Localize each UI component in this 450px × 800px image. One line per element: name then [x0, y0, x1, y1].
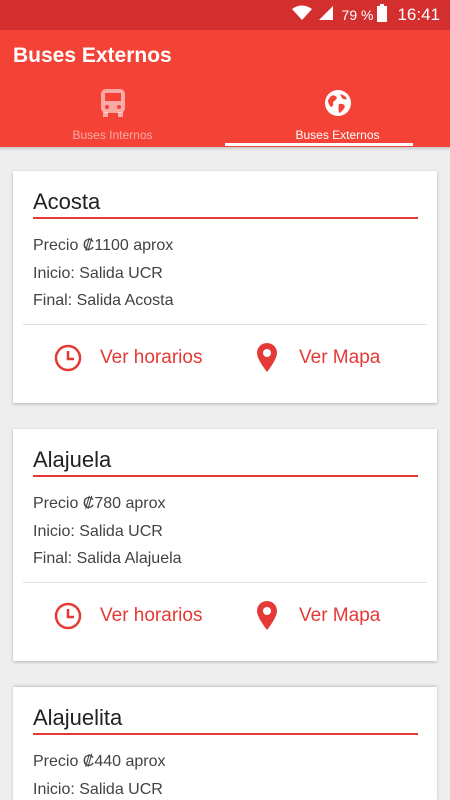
view-map-label: Ver Mapa: [299, 605, 381, 626]
view-schedule-button[interactable]: Ver horarios: [51, 599, 202, 633]
bus-icon: [100, 88, 126, 123]
view-schedule-label: Ver horarios: [100, 605, 203, 626]
view-schedule-button[interactable]: Ver horarios: [51, 341, 202, 375]
route-card: Acosta Precio ₡1100 aprox Inicio: Salida…: [13, 171, 437, 403]
route-name: Acosta: [33, 189, 101, 214]
globe-icon: [323, 88, 353, 123]
tab-label: Buses Internos: [72, 128, 153, 142]
card-divider: [23, 324, 427, 325]
clock-icon: [51, 601, 85, 631]
battery-percentage: 79 %: [341, 7, 374, 23]
status-time: 16:41: [397, 5, 440, 24]
route-end: Final: Salida Acosta: [33, 292, 174, 309]
page-title: Buses Externos: [13, 44, 172, 67]
route-name: Alajuela: [33, 447, 112, 472]
status-bar: 79 % 16:41: [0, 0, 450, 30]
route-name-underline: [33, 217, 418, 219]
route-price: Precio ₡780 aprox: [33, 495, 166, 512]
route-start: Inicio: Salida UCR: [33, 265, 163, 282]
view-map-button[interactable]: Ver Mapa: [250, 599, 380, 633]
wifi-icon: [291, 5, 312, 26]
app-bar: Buses Externos Buses Internos Buses Exte…: [0, 30, 450, 147]
route-card: Alajuela Precio ₡780 aprox Inicio: Salid…: [13, 429, 437, 661]
tab-buses-externos[interactable]: Buses Externos: [225, 88, 450, 147]
map-pin-icon: [250, 343, 284, 373]
tab-buses-internos[interactable]: Buses Internos: [0, 88, 225, 147]
route-start: Inicio: Salida UCR: [33, 781, 163, 798]
route-name: Alajuelita: [33, 705, 123, 730]
active-tab-indicator: [225, 143, 413, 146]
route-price: Precio ₡440 aprox: [33, 753, 166, 770]
route-end: Final: Salida Alajuela: [33, 550, 182, 567]
clock-icon: [51, 343, 85, 373]
view-schedule-label: Ver horarios: [100, 347, 203, 368]
route-name-underline: [33, 475, 418, 477]
view-map-label: Ver Mapa: [299, 347, 381, 368]
map-pin-icon: [250, 601, 284, 631]
route-name-underline: [33, 733, 418, 735]
route-card: Alajuelita Precio ₡440 aprox Inicio: Sal…: [13, 687, 437, 800]
card-divider: [23, 582, 427, 583]
app-bar-shadow: [0, 147, 450, 151]
route-price: Precio ₡1100 aprox: [33, 237, 174, 254]
tab-label: Buses Externos: [295, 128, 380, 142]
status-icons: 79 % 16:41: [291, 3, 440, 27]
signal-icon: [318, 5, 334, 26]
route-start: Inicio: Salida UCR: [33, 523, 163, 540]
battery-icon: [377, 3, 388, 27]
view-map-button[interactable]: Ver Mapa: [250, 341, 380, 375]
